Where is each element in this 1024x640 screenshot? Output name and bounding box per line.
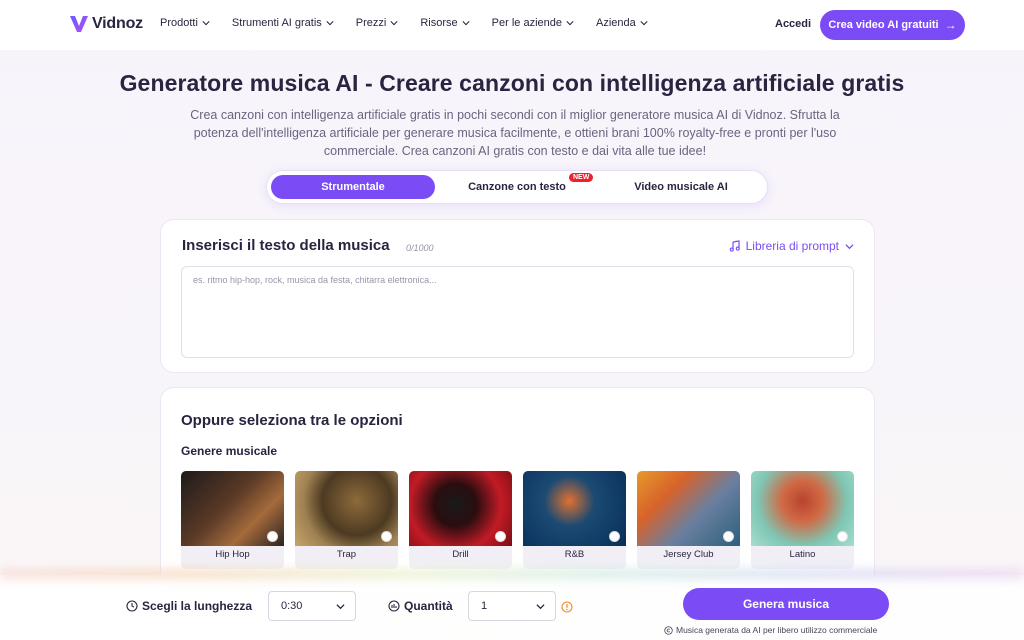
vidnoz-logo-icon [70, 16, 88, 32]
genre-radio[interactable] [723, 531, 734, 542]
lyrics-title: Inserisci il testo della musica [182, 237, 390, 254]
genre-radio[interactable] [267, 531, 278, 542]
genre-card-hip-hop[interactable]: Hip Hop [181, 471, 284, 569]
genre-list: Hip Hop Trap Drill R&B Jersey Club Latin… [181, 471, 865, 569]
create-video-label: Crea video AI gratuiti [828, 19, 939, 31]
menu-label: Prezzi [355, 17, 387, 29]
main-menu: Prodotti Strumenti AI gratis Prezzi Riso… [160, 17, 670, 29]
menu-prezzi[interactable]: Prezzi [356, 17, 399, 29]
logo-text: Vidnoz [92, 15, 143, 32]
vidnoz-logo[interactable]: Vidnoz [68, 13, 143, 35]
chevron-down-icon [845, 243, 854, 249]
menu-strumenti[interactable]: Strumenti AI gratis [232, 17, 334, 29]
commercial-use-text: Musica generata da AI per libero utilizz… [676, 625, 878, 635]
chevron-down-icon [640, 21, 648, 26]
genre-card-trap[interactable]: Trap [295, 471, 398, 569]
lyrics-card: Inserisci il testo della musica 0/1000 L… [160, 219, 875, 373]
chevron-down-icon [462, 21, 470, 26]
chevron-down-icon [326, 21, 334, 26]
create-video-button[interactable]: Crea video AI gratuiti → [820, 10, 965, 40]
quantity-label-text: Quantità [404, 599, 453, 613]
menu-prodotti[interactable]: Prodotti [160, 17, 210, 29]
new-badge: NEW [569, 173, 594, 182]
genre-radio[interactable] [495, 531, 506, 542]
info-icon[interactable] [561, 601, 573, 613]
genre-name: R&B [564, 549, 585, 560]
genre-card-latino[interactable]: Latino [751, 471, 854, 569]
tab-video-musicale[interactable]: Video musicale AI [599, 175, 763, 199]
options-card: Oppure seleziona tra le opzioni Genere m… [160, 387, 875, 587]
chevron-down-icon [202, 21, 210, 26]
clock-icon [126, 600, 138, 612]
commercial-use-note: Musica generata da AI per libero utilizz… [664, 625, 877, 635]
genre-name: Trap [336, 549, 357, 560]
genre-card-drill[interactable]: Drill [409, 471, 512, 569]
mode-tabs: Strumentale Canzone con testo NEW Video … [266, 170, 768, 204]
music-text-input[interactable] [181, 266, 854, 358]
arrow-right-icon: → [944, 18, 957, 32]
genre-name: Latino [789, 549, 816, 560]
genre-name: Drill [452, 549, 469, 560]
generate-music-button[interactable]: Genera musica [683, 588, 889, 620]
genre-card-jersey-club[interactable]: Jersey Club [637, 471, 740, 569]
menu-label: Prodotti [160, 17, 198, 29]
char-counter: 0/1000 [406, 243, 434, 253]
menu-azienda[interactable]: Azienda [596, 17, 648, 29]
page-title: Generatore musica AI - Creare canzoni co… [119, 70, 905, 96]
quantity-icon [388, 600, 400, 612]
page-subtitle: Crea canzoni con intelligenza artificial… [190, 108, 840, 158]
chevron-down-icon [390, 21, 398, 26]
menu-label: Per le aziende [491, 17, 562, 29]
menu-label: Strumenti AI gratis [231, 17, 322, 29]
prompt-library-button[interactable]: Libreria di prompt [729, 239, 854, 253]
login-link[interactable]: Accedi [775, 18, 811, 30]
generate-bar: Scegli la lunghezza 0:30 Quantità 1 Gene… [0, 575, 1024, 640]
genre-radio[interactable] [837, 531, 848, 542]
menu-aziende[interactable]: Per le aziende [492, 17, 574, 29]
top-navbar: Vidnoz Prodotti Strumenti AI gratis Prez… [0, 0, 1024, 50]
tab-canzone-con-testo[interactable]: Canzone con testo [445, 175, 589, 199]
menu-label: Azienda [595, 17, 636, 29]
options-title: Oppure seleziona tra le opzioni [181, 412, 403, 429]
quantity-select[interactable]: 1 [468, 591, 556, 621]
quantity-label: Quantità [388, 599, 453, 613]
genre-radio[interactable] [381, 531, 392, 542]
chevron-down-icon [566, 21, 574, 26]
music-note-icon [729, 240, 740, 252]
length-label-text: Scegli la lunghezza [142, 599, 253, 613]
chevron-down-icon [336, 604, 345, 610]
genre-name: Hip Hop [215, 549, 250, 560]
quantity-value: 1 [481, 600, 488, 612]
genre-radio[interactable] [609, 531, 620, 542]
tab-strumentale[interactable]: Strumentale [271, 175, 435, 199]
menu-label: Risorse [420, 17, 458, 29]
copyright-icon [664, 625, 673, 635]
genre-label: Genere musicale [181, 444, 278, 458]
genre-card-rnb[interactable]: R&B [523, 471, 626, 569]
length-value: 0:30 [281, 600, 303, 612]
chevron-down-icon [536, 604, 545, 610]
length-select[interactable]: 0:30 [268, 591, 356, 621]
prompt-library-label: Libreria di prompt [745, 239, 839, 253]
length-label: Scegli la lunghezza [126, 599, 252, 613]
genre-name: Jersey Club [663, 549, 714, 560]
menu-risorse[interactable]: Risorse [420, 17, 470, 29]
